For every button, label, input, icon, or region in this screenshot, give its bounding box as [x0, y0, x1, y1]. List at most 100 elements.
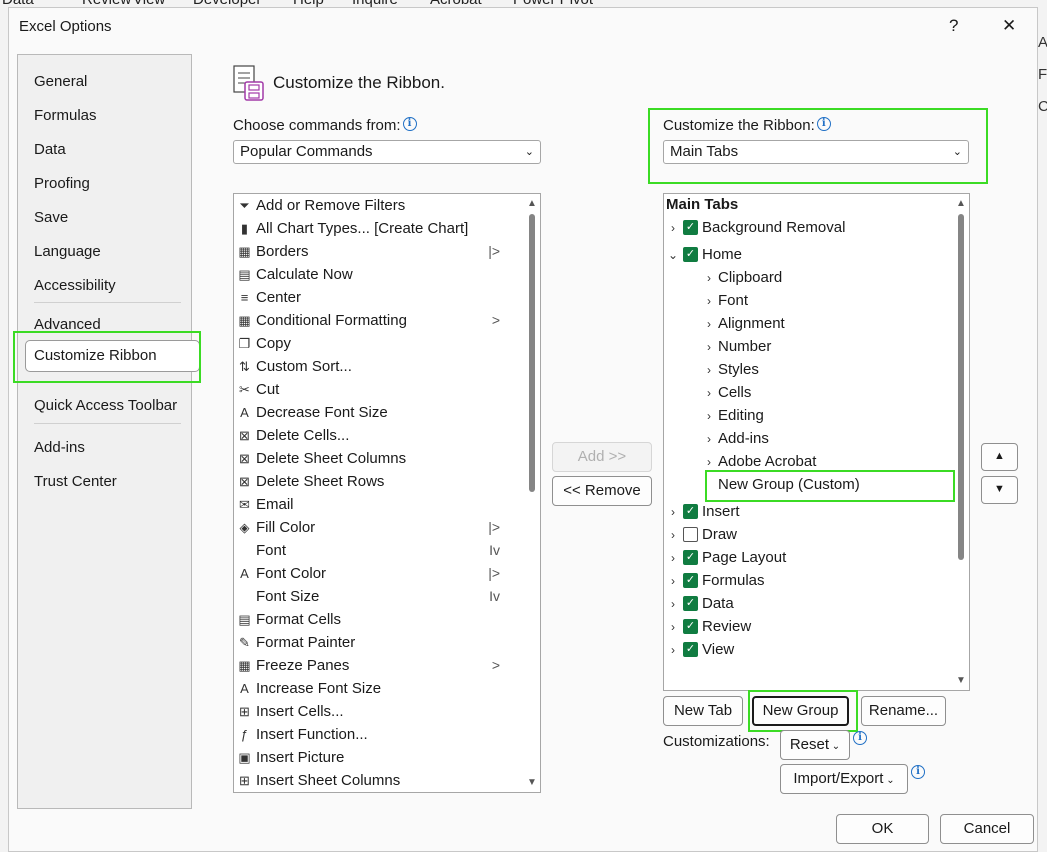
checkbox-checked-icon[interactable]: ✓: [683, 503, 698, 519]
checkbox-checked-icon[interactable]: ✓: [683, 246, 698, 262]
checkbox-checked-icon[interactable]: ✓: [683, 549, 698, 565]
command-item[interactable]: ⏷ Add or Remove Filters: [234, 194, 524, 217]
scroll-down-arrow-icon[interactable]: ▼: [526, 777, 538, 788]
scroll-down-arrow-icon[interactable]: ▼: [955, 675, 967, 686]
chevron-right-icon[interactable]: ›: [666, 546, 680, 570]
nav-item-general[interactable]: General: [34, 73, 87, 90]
nav-item-customize-ribbon[interactable]: Customize Ribbon: [25, 340, 200, 372]
ribbon-group-item[interactable]: New Group (Custom): [702, 473, 942, 497]
command-item[interactable]: ✉ Email: [234, 493, 524, 516]
command-item[interactable]: ▦ Borders |>: [234, 240, 524, 263]
ribbon-group-item[interactable]: › Alignment: [702, 312, 785, 336]
nav-item-advanced[interactable]: Advanced: [34, 316, 101, 333]
command-item[interactable]: A Increase Font Size: [234, 677, 524, 700]
command-item[interactable]: ƒ Insert Function...: [234, 723, 524, 746]
command-item[interactable]: ⇅ Custom Sort...: [234, 355, 524, 378]
scroll-up-arrow-icon[interactable]: ▲: [526, 198, 538, 209]
command-item[interactable]: A Font Color |>: [234, 562, 524, 585]
chevron-right-icon[interactable]: ›: [666, 523, 680, 547]
ribbon-tab-item[interactable]: › ✓ Review: [666, 615, 751, 639]
add-button[interactable]: Add >>: [552, 442, 652, 472]
chevron-right-icon[interactable]: ›: [666, 615, 680, 639]
info-icon[interactable]: i: [911, 765, 925, 779]
chevron-down-icon[interactable]: ⌄: [666, 243, 680, 267]
nav-item-data[interactable]: Data: [34, 141, 66, 158]
ribbon-tab-item[interactable]: › ✓ Data: [666, 592, 734, 616]
info-icon[interactable]: i: [816, 117, 831, 131]
import-export-button[interactable]: Import/Export ⌄: [780, 764, 908, 794]
command-item[interactable]: ◈ Fill Color |>: [234, 516, 524, 539]
command-item[interactable]: ⊞ Insert Cells...: [234, 700, 524, 723]
ribbon-group-item[interactable]: › Add-ins: [702, 427, 769, 451]
command-item[interactable]: ≡ Center: [234, 286, 524, 309]
command-item[interactable]: ⊠ Delete Sheet Rows: [234, 470, 524, 493]
nav-item-proofing[interactable]: Proofing: [34, 175, 90, 192]
ribbon-tab-item[interactable]: › ✓ Background Removal: [666, 216, 845, 240]
new-group-button[interactable]: New Group: [752, 696, 849, 726]
ribbon-tab-item[interactable]: ⌄ ✓ Home: [666, 243, 742, 267]
command-item[interactable]: ⊞ Insert Sheet Columns: [234, 769, 524, 792]
command-item[interactable]: ▤ Format Cells: [234, 608, 524, 631]
nav-item-language[interactable]: Language: [34, 243, 101, 260]
command-item[interactable]: ❐ Copy: [234, 332, 524, 355]
chevron-right-icon[interactable]: ›: [702, 427, 716, 451]
remove-button[interactable]: << Remove: [552, 476, 652, 506]
ribbon-tab-item[interactable]: › ✓ Page Layout: [666, 546, 786, 570]
move-up-button[interactable]: ▲: [981, 443, 1018, 471]
ok-button[interactable]: OK: [836, 814, 929, 844]
chevron-right-icon[interactable]: ›: [702, 381, 716, 405]
ribbon-tab-item[interactable]: › Draw: [666, 523, 737, 547]
scroll-thumb[interactable]: [529, 214, 535, 492]
chevron-right-icon[interactable]: ›: [702, 266, 716, 290]
commands-list[interactable]: ⏷ Add or Remove Filters ▮ All Chart Types..…: [233, 193, 541, 793]
scroll-up-arrow-icon[interactable]: ▲: [955, 198, 967, 209]
nav-item-save[interactable]: Save: [34, 209, 68, 226]
nav-item-quick-access-toolbar[interactable]: Quick Access Toolbar: [34, 397, 177, 414]
checkbox-checked-icon[interactable]: ✓: [683, 219, 698, 235]
checkbox-checked-icon[interactable]: ✓: [683, 572, 698, 588]
ribbon-tabs-tree[interactable]: Main Tabs › ✓ Background Removal ⌄ ✓ Home › Cli…: [663, 193, 970, 691]
checkbox-unchecked-icon[interactable]: [683, 526, 698, 542]
close-icon[interactable]: ✕: [1002, 16, 1016, 36]
chevron-right-icon[interactable]: ›: [702, 358, 716, 382]
new-tab-button[interactable]: New Tab: [663, 696, 743, 726]
help-button[interactable]: ?: [949, 16, 958, 36]
command-item[interactable]: ▣ Insert Picture: [234, 746, 524, 769]
reset-button[interactable]: Reset ⌄: [780, 730, 850, 760]
command-item[interactable]: ▮ All Chart Types... [Create Chart]: [234, 217, 524, 240]
info-icon[interactable]: i: [853, 731, 867, 745]
move-down-button[interactable]: ▼: [981, 476, 1018, 504]
ribbon-group-item[interactable]: › Editing: [702, 404, 764, 428]
checkbox-checked-icon[interactable]: ✓: [683, 595, 698, 611]
command-item[interactable]: ⊠ Delete Sheet Columns: [234, 447, 524, 470]
nav-item-add-ins[interactable]: Add-ins: [34, 439, 85, 456]
command-item[interactable]: Font Size Iv: [234, 585, 524, 608]
command-item[interactable]: Font Iv: [234, 539, 524, 562]
command-item[interactable]: ✂ Cut: [234, 378, 524, 401]
ribbon-group-item[interactable]: › Styles: [702, 358, 759, 382]
command-item[interactable]: ▤ Calculate Now: [234, 263, 524, 286]
rename-button[interactable]: Rename...: [861, 696, 946, 726]
nav-item-accessibility[interactable]: Accessibility: [34, 277, 116, 294]
nav-item-trust-center[interactable]: Trust Center: [34, 473, 117, 490]
ribbon-group-item[interactable]: › Cells: [702, 381, 751, 405]
info-icon[interactable]: i: [402, 117, 417, 131]
command-item[interactable]: ▦ Freeze Panes >: [234, 654, 524, 677]
chevron-right-icon[interactable]: ›: [702, 404, 716, 428]
chevron-right-icon[interactable]: ›: [666, 638, 680, 662]
chevron-right-icon[interactable]: ›: [666, 216, 680, 240]
chevron-right-icon[interactable]: ›: [702, 312, 716, 336]
command-item[interactable]: A Decrease Font Size: [234, 401, 524, 424]
nav-item-formulas[interactable]: Formulas: [34, 107, 97, 124]
cancel-button[interactable]: Cancel: [940, 814, 1034, 844]
scroll-thumb[interactable]: [958, 214, 964, 560]
chevron-right-icon[interactable]: ›: [666, 500, 680, 524]
checkbox-checked-icon[interactable]: ✓: [683, 618, 698, 634]
ribbon-tab-item[interactable]: › ✓ Formulas: [666, 569, 765, 593]
choose-commands-select[interactable]: Popular Commands ⌄: [233, 140, 541, 164]
customize-ribbon-select[interactable]: Main Tabs ⌄: [663, 140, 969, 164]
ribbon-group-item[interactable]: › Clipboard: [702, 266, 782, 290]
command-item[interactable]: ▦ Conditional Formatting >: [234, 309, 524, 332]
ribbon-group-item[interactable]: › Number: [702, 335, 771, 359]
chevron-right-icon[interactable]: ›: [666, 592, 680, 616]
